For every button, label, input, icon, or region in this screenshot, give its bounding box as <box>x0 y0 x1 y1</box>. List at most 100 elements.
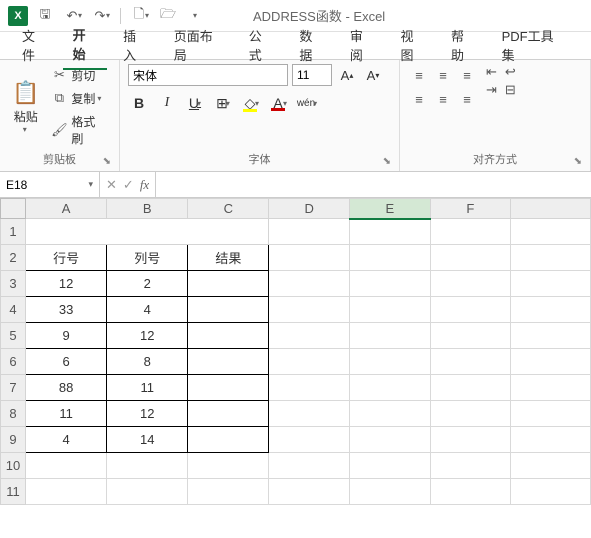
table-cell[interactable]: 4 <box>26 427 107 453</box>
table-cell[interactable]: 4 <box>107 297 188 323</box>
table-cell[interactable] <box>188 375 269 401</box>
cell[interactable] <box>430 245 511 271</box>
row-header[interactable]: 5 <box>1 323 26 349</box>
table-cell[interactable]: 9 <box>26 323 107 349</box>
table-cell[interactable]: 12 <box>26 271 107 297</box>
cell[interactable] <box>511 401 591 427</box>
name-box-dropdown[interactable]: ▾ <box>88 179 93 190</box>
cell[interactable] <box>269 323 350 349</box>
decrease-font-button[interactable]: A▾ <box>362 64 384 86</box>
cell[interactable] <box>511 297 591 323</box>
row-header[interactable]: 3 <box>1 271 26 297</box>
format-painter-button[interactable]: 🖌格式刷 <box>47 111 111 149</box>
cell[interactable] <box>430 219 511 245</box>
cell[interactable] <box>430 271 511 297</box>
table-header[interactable]: 列号 <box>107 245 188 271</box>
table-cell[interactable] <box>188 271 269 297</box>
cell[interactable] <box>350 245 431 271</box>
cell[interactable] <box>430 297 511 323</box>
align-dialog-launcher[interactable]: ⬊ <box>574 156 582 167</box>
cell[interactable] <box>350 323 431 349</box>
row-header[interactable]: 6 <box>1 349 26 375</box>
cell[interactable] <box>269 297 350 323</box>
table-cell[interactable]: 6 <box>26 349 107 375</box>
cell[interactable] <box>511 349 591 375</box>
name-box[interactable]: ▾ <box>0 172 100 197</box>
font-size-input[interactable] <box>292 64 332 86</box>
cell[interactable] <box>350 427 431 453</box>
underline-button[interactable]: U▾ <box>184 92 206 114</box>
row-header[interactable]: 4 <box>1 297 26 323</box>
col-header-g[interactable] <box>511 199 591 219</box>
select-all-corner[interactable] <box>1 199 26 219</box>
cell[interactable] <box>511 453 591 479</box>
name-box-input[interactable] <box>6 178 66 192</box>
cell[interactable] <box>430 401 511 427</box>
cell[interactable] <box>350 453 431 479</box>
cell[interactable] <box>350 375 431 401</box>
cell[interactable] <box>430 427 511 453</box>
cell[interactable] <box>269 401 350 427</box>
align-left-button[interactable]: ≡ <box>408 88 430 110</box>
cell[interactable] <box>430 349 511 375</box>
cell[interactable] <box>511 245 591 271</box>
align-right-button[interactable]: ≡ <box>456 88 478 110</box>
merge-button[interactable]: ⊟ <box>505 82 516 98</box>
table-cell[interactable]: 33 <box>26 297 107 323</box>
align-center-button[interactable]: ≡ <box>432 88 454 110</box>
cell[interactable] <box>188 453 269 479</box>
cell[interactable] <box>350 479 431 505</box>
table-cell[interactable] <box>188 427 269 453</box>
paste-button[interactable]: 📋 粘贴 ▾ <box>8 64 43 149</box>
cell[interactable] <box>430 453 511 479</box>
cancel-formula-button[interactable]: ✕ <box>106 177 117 193</box>
cell[interactable] <box>430 323 511 349</box>
cell[interactable] <box>350 401 431 427</box>
table-cell[interactable]: 11 <box>107 375 188 401</box>
italic-button[interactable]: I <box>156 92 178 114</box>
col-header-d[interactable]: D <box>269 199 350 219</box>
cell[interactable] <box>350 271 431 297</box>
table-title[interactable]: 绝对引用 <box>26 219 269 245</box>
cell[interactable] <box>511 323 591 349</box>
align-middle-button[interactable]: ≡ <box>432 64 454 86</box>
table-cell[interactable] <box>188 323 269 349</box>
cell[interactable] <box>269 479 350 505</box>
cell[interactable] <box>269 427 350 453</box>
col-header-c[interactable]: C <box>188 199 269 219</box>
formula-input[interactable] <box>156 172 591 197</box>
spreadsheet-grid[interactable]: A B C D E F 1 绝对引用 2 行号 列号 结果 3 12 2 4 3… <box>0 198 591 538</box>
cell[interactable] <box>511 219 591 245</box>
cell[interactable] <box>188 479 269 505</box>
wrap-text-button[interactable]: ↩ <box>505 64 516 80</box>
table-cell[interactable]: 2 <box>107 271 188 297</box>
cell[interactable] <box>26 453 107 479</box>
col-header-f[interactable]: F <box>430 199 511 219</box>
row-header[interactable]: 9 <box>1 427 26 453</box>
row-header[interactable]: 1 <box>1 219 26 245</box>
table-cell[interactable] <box>188 401 269 427</box>
increase-font-button[interactable]: A▴ <box>336 64 358 86</box>
cut-button[interactable]: ✂剪切 <box>47 65 111 86</box>
fill-color-button[interactable]: ◇▾ <box>240 92 262 114</box>
insert-function-button[interactable]: fx <box>140 177 149 193</box>
cell[interactable] <box>269 219 350 245</box>
col-header-b[interactable]: B <box>107 199 188 219</box>
accept-formula-button[interactable]: ✓ <box>123 177 134 193</box>
row-header[interactable]: 2 <box>1 245 26 271</box>
align-top-button[interactable]: ≡ <box>408 64 430 86</box>
table-cell[interactable]: 12 <box>107 401 188 427</box>
table-cell[interactable]: 88 <box>26 375 107 401</box>
col-header-e[interactable]: E <box>350 199 431 219</box>
cell[interactable] <box>269 271 350 297</box>
cell[interactable] <box>511 427 591 453</box>
table-cell[interactable]: 12 <box>107 323 188 349</box>
table-header[interactable]: 行号 <box>26 245 107 271</box>
col-header-a[interactable]: A <box>26 199 107 219</box>
cell[interactable] <box>511 479 591 505</box>
table-cell[interactable]: 8 <box>107 349 188 375</box>
table-header[interactable]: 结果 <box>188 245 269 271</box>
row-header[interactable]: 11 <box>1 479 26 505</box>
row-header[interactable]: 10 <box>1 453 26 479</box>
table-cell[interactable] <box>188 297 269 323</box>
